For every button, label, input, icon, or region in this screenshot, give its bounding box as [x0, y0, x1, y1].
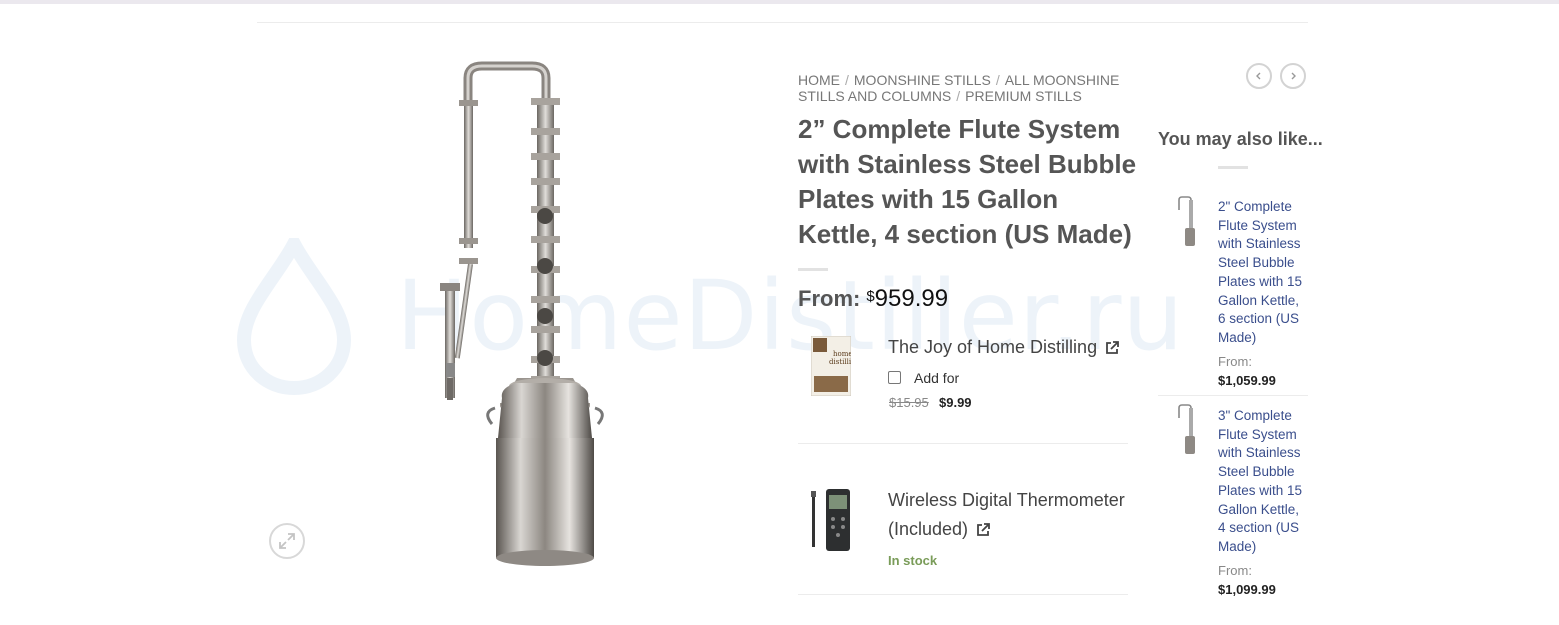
addon-book-new-price: $9.99 [939, 395, 972, 410]
header-divider [257, 22, 1308, 23]
addon-book-name[interactable]: The Joy of Home Distilling [888, 337, 1097, 357]
addon-book[interactable]: The Joy of Home Distilling [888, 335, 1119, 359]
stock-status: In stock [888, 553, 938, 568]
related-product-from: From: [1218, 563, 1252, 578]
related-product-name[interactable]: 2" Complete Flute System with Stainless … [1218, 198, 1310, 348]
related-title: You may also like... [1158, 129, 1323, 149]
related-product-image[interactable] [1174, 404, 1196, 456]
svg-text:home: home [833, 350, 851, 358]
breadcrumb: HOME / MOONSHINE STILLS / ALL MOONSHINE STIL… [798, 72, 1138, 104]
breadcrumb-premium-stills[interactable]: PREMIUM STILLS [965, 88, 1082, 104]
external-link-icon[interactable] [1105, 341, 1119, 355]
title-divider [798, 268, 828, 271]
related-product-price: $1,059.99 [1218, 373, 1276, 388]
zoom-button[interactable] [269, 523, 305, 559]
product-price: From: $959.99 [798, 283, 948, 315]
addon-book-checkbox-label[interactable]: Add for [914, 369, 959, 387]
expand-icon [279, 533, 295, 549]
next-button[interactable] [1280, 63, 1306, 89]
chevron-right-icon [1291, 72, 1296, 80]
breadcrumb-separator: / [845, 72, 849, 88]
related-product-name[interactable]: 3" Complete Flute System with Stainless … [1218, 407, 1310, 557]
breadcrumb-separator: / [956, 88, 961, 104]
watermark-drop-icon [236, 229, 352, 396]
addon-book-checkbox[interactable] [888, 371, 901, 384]
price-currency: $ [866, 288, 875, 305]
related-divider [1218, 166, 1248, 169]
external-link-icon[interactable] [976, 523, 990, 537]
addon-thermometer[interactable]: Wireless Digital Thermometer (Included) [888, 486, 1128, 544]
thermometer-thumbnail[interactable] [808, 487, 854, 553]
breadcrumb-moonshine-stills[interactable]: MOONSHINE STILLS [854, 72, 991, 88]
related-divider-line [1158, 395, 1308, 396]
chevron-left-icon [1256, 72, 1261, 80]
related-product-from: From: [1218, 354, 1252, 369]
price-value: 959.99 [874, 285, 949, 312]
addon-book-old-price: $15.95 [889, 395, 929, 410]
product-image[interactable] [420, 58, 610, 573]
book-thumbnail[interactable]: home distilling [811, 336, 851, 396]
breadcrumb-separator: / [995, 72, 1000, 88]
top-bar [0, 0, 1559, 4]
addon-divider [798, 594, 1128, 595]
breadcrumb-home[interactable]: HOME [798, 72, 840, 88]
svg-text:distilling: distilling [829, 358, 851, 366]
related-product-image[interactable] [1174, 196, 1196, 248]
price-prefix: From: [798, 286, 861, 311]
watermark: HomeDistiller.ru [236, 229, 1183, 398]
addon-thermometer-name[interactable]: Wireless Digital Thermometer (Included) [888, 490, 1125, 539]
prev-button[interactable] [1246, 63, 1272, 89]
related-product-price: $1,099.99 [1218, 582, 1276, 597]
product-title: 2” Complete Flute System with Stainless … [798, 114, 1137, 249]
addon-divider [798, 443, 1128, 444]
